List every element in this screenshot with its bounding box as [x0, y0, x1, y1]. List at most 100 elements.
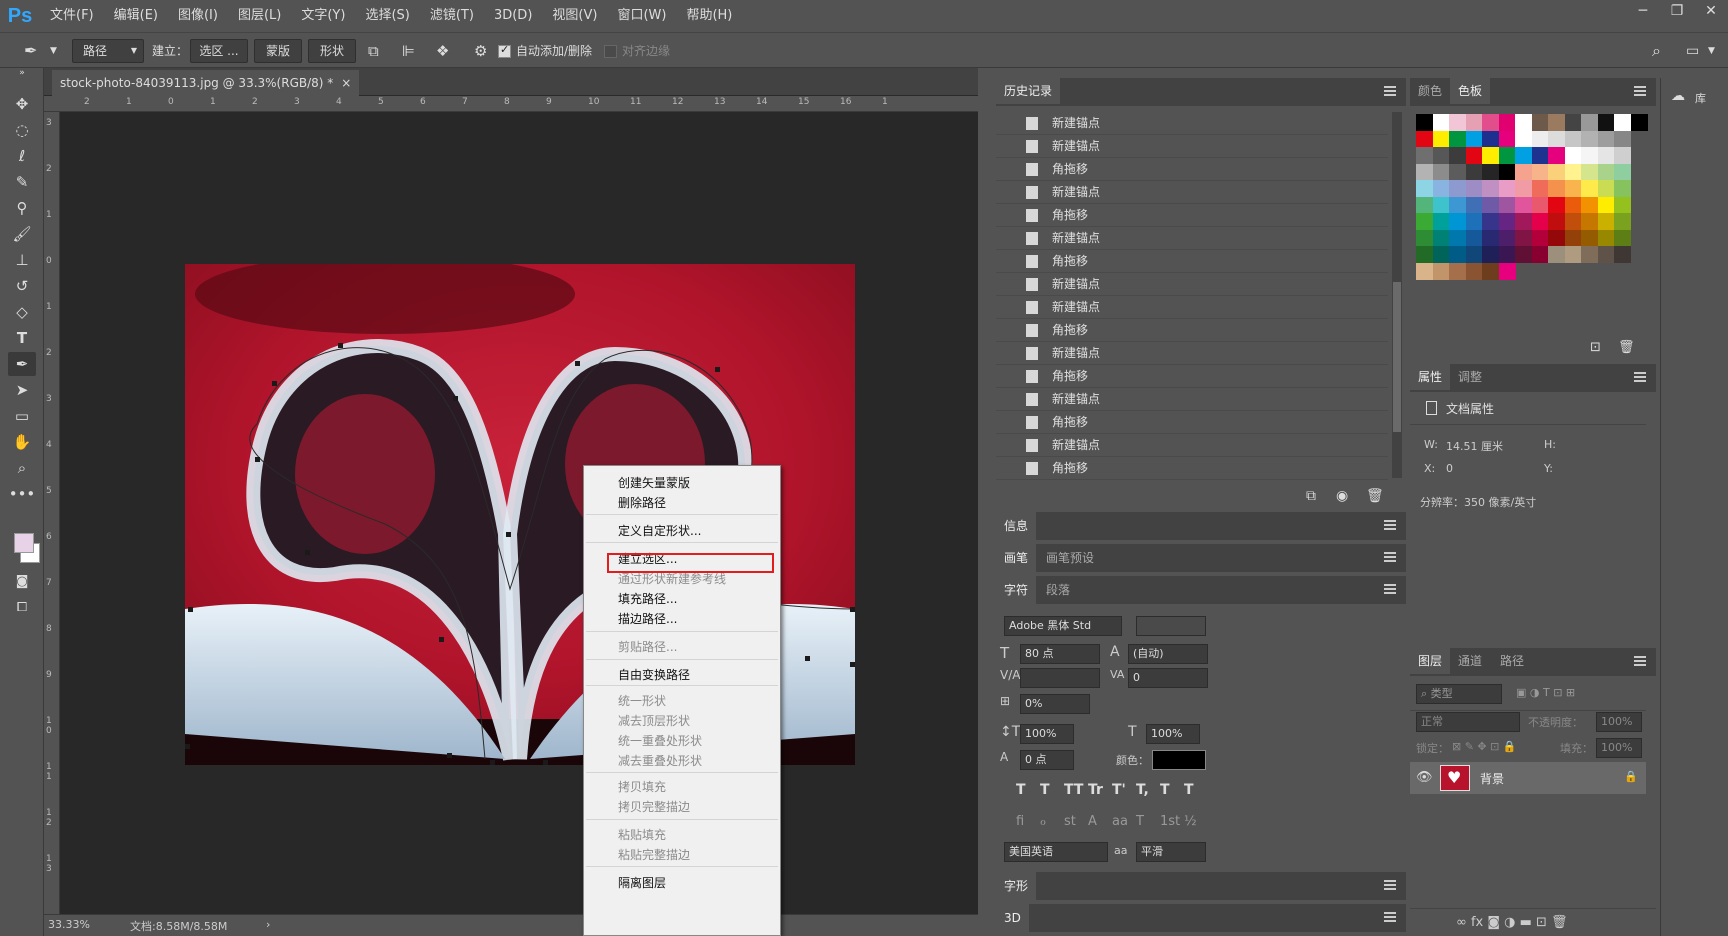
color-swatch[interactable] — [1548, 246, 1565, 263]
trash-icon[interactable]: 🗑 — [1366, 488, 1384, 504]
color-swatch[interactable] — [1449, 147, 1466, 164]
path-arrangement-icon[interactable]: ❖ — [436, 39, 449, 63]
color-swatch[interactable] — [1498, 229, 1516, 247]
history-item[interactable]: 角拖移 — [996, 411, 1388, 434]
character-tab[interactable]: 字符 — [996, 576, 1037, 604]
layer-action-icons[interactable]: ∞ fx ◙ ◑ ▬ ⊡ 🗑 — [1456, 915, 1568, 930]
lasso-tool-icon[interactable]: ℓ — [8, 144, 36, 168]
color-swatch[interactable] — [1416, 229, 1433, 247]
color-swatch[interactable] — [1432, 262, 1450, 280]
color-swatch[interactable] — [1449, 262, 1466, 280]
color-swatch[interactable] — [1465, 130, 1483, 148]
history-item[interactable]: 新建锚点 — [996, 296, 1388, 319]
trash-icon[interactable]: 🗑 — [1618, 340, 1635, 355]
menu-item[interactable]: 选择(S) — [355, 0, 419, 32]
hand-tool-icon[interactable]: ✋ — [8, 430, 36, 454]
color-tab[interactable]: 颜色 — [1410, 78, 1450, 104]
color-swatch[interactable] — [1498, 130, 1516, 148]
panel-menu-icon[interactable] — [1384, 584, 1396, 594]
color-swatch[interactable] — [1531, 196, 1549, 214]
color-swatch[interactable] — [1416, 180, 1433, 197]
color-swatch[interactable] — [1416, 246, 1433, 263]
path-selection-tool-icon[interactable]: ➤ — [8, 378, 36, 402]
color-swatch[interactable] — [1531, 114, 1549, 131]
blend-mode-select[interactable]: 正常 — [1416, 712, 1520, 732]
tsume-field[interactable]: 0% — [1020, 694, 1090, 714]
collapse-toolbar-icon[interactable]: » — [8, 68, 36, 78]
history-item[interactable]: 新建锚点 — [996, 273, 1388, 296]
color-swatch[interactable] — [1432, 196, 1450, 214]
eye-icon[interactable]: 👁 — [1416, 770, 1433, 785]
color-swatch[interactable] — [1614, 213, 1631, 230]
opentype-button[interactable]: T — [1136, 814, 1144, 829]
tool-preset-chevron-icon[interactable]: ▼ — [50, 39, 57, 63]
pen-tool-icon[interactable]: ✒ — [8, 352, 36, 376]
layer-filter-select[interactable]: ⌕ 类型 — [1416, 684, 1502, 704]
history-item[interactable]: 角拖移 — [996, 319, 1388, 342]
color-swatch[interactable] — [1416, 114, 1433, 131]
color-swatch[interactable] — [1630, 114, 1648, 131]
context-menu-item[interactable]: 删除路径 — [618, 494, 666, 511]
stamp-tool-icon[interactable]: ⊥ — [8, 248, 36, 272]
workspace-icon[interactable]: ▭ — [1686, 39, 1699, 63]
color-swatch[interactable] — [1564, 229, 1582, 247]
brush-tool-icon[interactable]: 🖌 — [8, 222, 36, 246]
color-swatch[interactable] — [1597, 163, 1615, 181]
color-swatch[interactable] — [1614, 130, 1631, 148]
status-menu-arrow-icon[interactable]: › — [266, 918, 270, 931]
color-swatch[interactable] — [1531, 229, 1549, 247]
layers-tab[interactable]: 图层 — [1410, 648, 1451, 674]
opentype-button[interactable]: ℴ — [1040, 814, 1046, 829]
color-swatch[interactable] — [1482, 147, 1499, 164]
color-swatch[interactable] — [1432, 163, 1450, 181]
color-swatch[interactable] — [1614, 246, 1631, 263]
color-swatch[interactable] — [1432, 130, 1450, 148]
menu-item[interactable]: 文件(F) — [40, 0, 104, 32]
workspace-chevron-icon[interactable]: ▼ — [1708, 39, 1715, 63]
history-item[interactable]: 角拖移 — [996, 158, 1388, 181]
info-tab[interactable]: 信息 — [996, 512, 1037, 540]
restore-button[interactable]: ❐ — [1660, 0, 1694, 24]
pen-mode-select[interactable]: 路径 ▼ — [72, 39, 144, 63]
color-swatch[interactable] — [1581, 147, 1598, 164]
vertical-scale-field[interactable]: 100% — [1020, 724, 1074, 744]
color-swatch[interactable] — [1515, 147, 1532, 164]
context-menu-item[interactable]: 创建矢量蒙版 — [618, 474, 690, 491]
color-swatch[interactable] — [1416, 147, 1433, 164]
foreground-color-swatch[interactable] — [14, 533, 34, 553]
make-selection-button[interactable]: 选区 ... — [190, 39, 248, 63]
more-tools-icon[interactable]: ••• — [8, 482, 36, 506]
menu-item[interactable]: 帮助(H) — [676, 0, 742, 32]
panel-menu-icon[interactable] — [1634, 656, 1646, 666]
color-swatch[interactable] — [1432, 114, 1450, 131]
menu-item[interactable]: 3D(D) — [484, 0, 542, 32]
language-select[interactable]: 美国英语 — [1004, 842, 1108, 862]
opentype-button[interactable]: fi — [1016, 814, 1024, 829]
color-swatch[interactable] — [1465, 147, 1483, 164]
pen-tool-icon[interactable]: ✒ — [24, 39, 37, 63]
color-swatch[interactable] — [1548, 196, 1565, 214]
auto-add-delete-checkbox[interactable]: ✓ — [498, 43, 511, 58]
opentype-button[interactable]: ½ — [1184, 814, 1197, 829]
color-swatch[interactable] — [1449, 229, 1466, 247]
move-tool-icon[interactable]: ✥ — [8, 92, 36, 116]
canvas-area[interactable] — [60, 112, 978, 914]
panel-menu-icon[interactable] — [1634, 86, 1646, 96]
color-swatch[interactable] — [1498, 163, 1516, 181]
search-icon[interactable]: ⌕ — [1652, 39, 1661, 63]
color-swatch[interactable] — [1564, 213, 1582, 230]
zoom-level[interactable]: 33.33% — [48, 918, 90, 931]
panel-menu-icon[interactable] — [1384, 912, 1396, 922]
horizontal-scale-field[interactable]: 100% — [1146, 724, 1200, 744]
color-swatch[interactable] — [1614, 196, 1631, 214]
history-item[interactable]: 新建锚点 — [996, 342, 1388, 365]
eraser-tool-icon[interactable]: ◇ — [8, 300, 36, 324]
color-swatch[interactable] — [1564, 163, 1582, 181]
history-item[interactable]: 新建锚点 — [996, 227, 1388, 250]
opentype-button[interactable]: A — [1088, 814, 1097, 829]
type-style-button[interactable]: T, — [1136, 782, 1149, 798]
history-item[interactable]: 新建锚点 — [996, 112, 1388, 135]
color-swatch[interactable] — [1548, 130, 1565, 148]
color-swatch[interactable] — [1449, 180, 1466, 197]
menu-item[interactable]: 窗口(W) — [607, 0, 676, 32]
